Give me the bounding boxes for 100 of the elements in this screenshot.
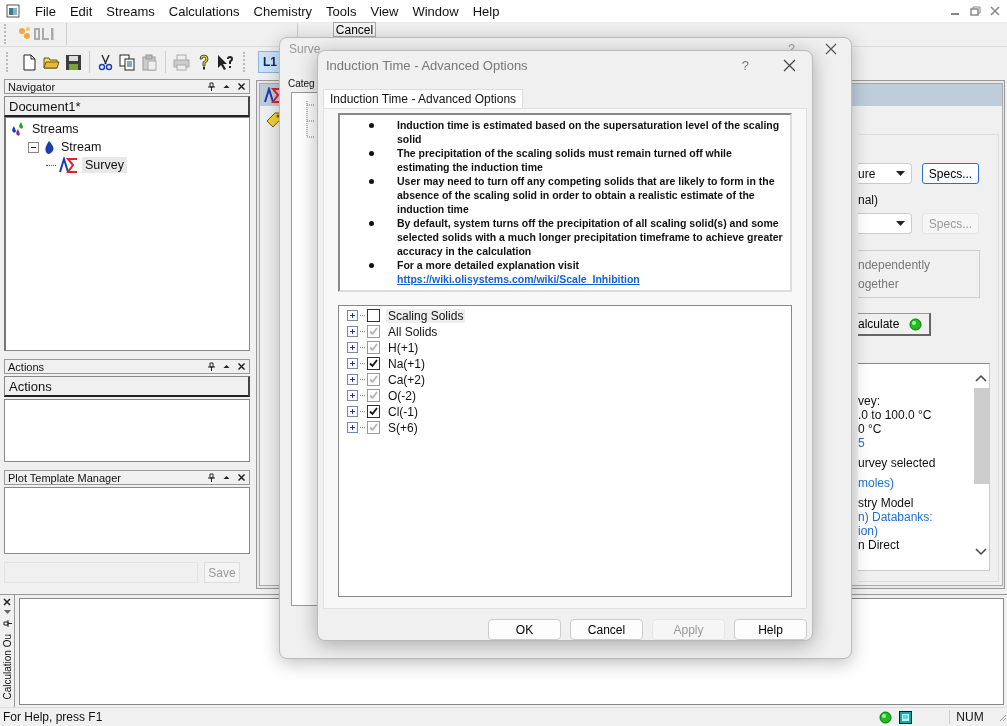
new-file-icon[interactable] [21, 53, 38, 71]
menu-item[interactable]: View [363, 3, 406, 19]
context-help-icon[interactable] [217, 53, 234, 71]
scroll-up-icon [975, 374, 987, 382]
menu-item[interactable]: File [28, 3, 63, 19]
dropdown-field[interactable] [858, 213, 912, 234]
summary-line: 5 [858, 436, 866, 450]
column-header: Document1* [4, 96, 250, 117]
summary-line: n) Databanks: [858, 510, 934, 524]
bullet-icon [369, 220, 374, 226]
caret-up-icon[interactable] [222, 362, 231, 371]
dialog-button[interactable]: Help [734, 619, 807, 640]
tree-lines-icon [306, 101, 314, 141]
dialog-title: Induction Time - Advanced Options [326, 57, 528, 73]
copy-icon[interactable] [119, 53, 136, 71]
dialog-title: Surve [289, 42, 321, 56]
option-label: ogether [858, 276, 900, 291]
tree-item[interactable]: Survey [82, 157, 127, 173]
expander-icon[interactable] [347, 358, 358, 370]
droplet-icon [43, 139, 55, 155]
monitor-icon [899, 710, 912, 724]
checkbox[interactable] [367, 405, 380, 419]
pin-icon[interactable] [207, 473, 216, 482]
column-header: Actions [4, 376, 250, 397]
close-icon[interactable] [237, 473, 246, 482]
menu-item[interactable]: Calculations [161, 3, 247, 19]
calculate-button[interactable]: alculate [858, 313, 931, 336]
pin-icon[interactable] [2, 619, 12, 628]
scissors-icon[interactable] [97, 53, 114, 71]
tree-item[interactable]: Stream [58, 139, 105, 155]
dialog-button[interactable]: OK [488, 619, 561, 640]
note-text: For a more detailed explanation visit [397, 257, 581, 272]
type-dropdown[interactable]: ure [858, 163, 912, 184]
panel-title: Calculation Ou [1, 634, 13, 700]
status-light-icon [879, 710, 892, 724]
bullet-icon [369, 262, 374, 268]
specs-button[interactable]: Specs... [922, 163, 979, 184]
scroll-down-icon [975, 548, 987, 556]
tab[interactable]: Induction Time - Advanced Options [323, 88, 524, 108]
bullet-icon [369, 150, 374, 156]
summary-line: urvey selected [858, 455, 937, 470]
caret-down-icon [896, 170, 905, 177]
bullet-icon [369, 122, 374, 128]
note-text: Induction time is estimated based on the supersaturation level of the scaling solid [397, 117, 781, 146]
droplets-icon [10, 121, 26, 137]
level-button[interactable]: L1 [258, 51, 282, 73]
caret-down-icon [896, 220, 905, 227]
panel-title: Actions [8, 360, 45, 373]
close-icon[interactable] [825, 43, 837, 55]
panel-title: Navigator [8, 80, 56, 93]
tree-item[interactable]: Streams [29, 121, 82, 137]
close-icon[interactable] [237, 362, 246, 371]
close-icon[interactable] [237, 82, 246, 91]
caret-down-icon[interactable] [3, 610, 11, 615]
note-text: User may need to turn off any competing solids that are likely to form in the absence of the scaling solid in order to obtain a realistic estimate of the induction time [397, 173, 776, 216]
cancel-button[interactable]: Cancel [333, 22, 376, 37]
menu-item[interactable]: Window [405, 3, 466, 19]
status-light-icon [909, 317, 923, 331]
link[interactable]: https://wiki.olisystems.com/wiki/Scale_Inhibition [397, 271, 640, 286]
scroll-thumb[interactable] [973, 388, 989, 484]
option-label: ndependently [858, 257, 932, 272]
checkbox[interactable] [367, 309, 380, 323]
tree-item[interactable]: Na(+1) [386, 356, 427, 371]
tree-item[interactable]: Scaling Solids [386, 308, 466, 323]
tree-item[interactable]: Cl(-1) [386, 404, 420, 419]
status-text: For Help, press F1 [3, 710, 103, 724]
checkbox[interactable] [367, 357, 380, 371]
save-icon[interactable] [65, 53, 82, 71]
caret-up-icon[interactable] [222, 473, 231, 482]
summary-line: ion) [858, 524, 879, 538]
app-icon [6, 4, 20, 18]
field-label: nal) [858, 193, 879, 207]
caret-up-icon[interactable] [222, 82, 231, 91]
resize-grip-icon [997, 712, 1007, 722]
menu-item[interactable]: Tools [319, 3, 364, 19]
pin-icon[interactable] [207, 82, 216, 91]
summary-line: vey: [858, 394, 881, 408]
menu-item[interactable]: Streams [99, 3, 162, 19]
status-indicator: NUM [949, 710, 990, 724]
close-icon[interactable] [783, 58, 796, 72]
bullet-icon [369, 178, 374, 184]
dialog-button[interactable]: Cancel [570, 619, 643, 640]
summary-line: stry Model [858, 495, 915, 510]
expander-icon[interactable] [347, 406, 358, 418]
summary-line: 0 °C [858, 422, 883, 436]
field-label: Categ [288, 78, 314, 89]
summary-line: n Direct [858, 538, 901, 552]
restore-icon[interactable] [968, 4, 982, 18]
close-icon[interactable] [3, 598, 11, 606]
menu-item[interactable]: Help [465, 3, 507, 19]
pin-icon[interactable] [207, 362, 216, 371]
summary-line: .0 to 100.0 °C [858, 408, 933, 422]
menu-item[interactable]: Edit [62, 3, 100, 19]
summary-line: moles) [858, 475, 895, 490]
note-text: By default, system turns off the precipitation of all scaling solid(s) and some selected solids with a much longer precipitation timeframe to achieve greater accuracy in the calculation [397, 215, 784, 258]
panel-title: Plot Template Manager [8, 471, 121, 484]
expander-icon[interactable] [28, 141, 39, 153]
menu-item[interactable]: Chemistry [246, 3, 320, 19]
expander-icon[interactable] [347, 310, 358, 322]
help-button[interactable]: ? [741, 57, 749, 73]
